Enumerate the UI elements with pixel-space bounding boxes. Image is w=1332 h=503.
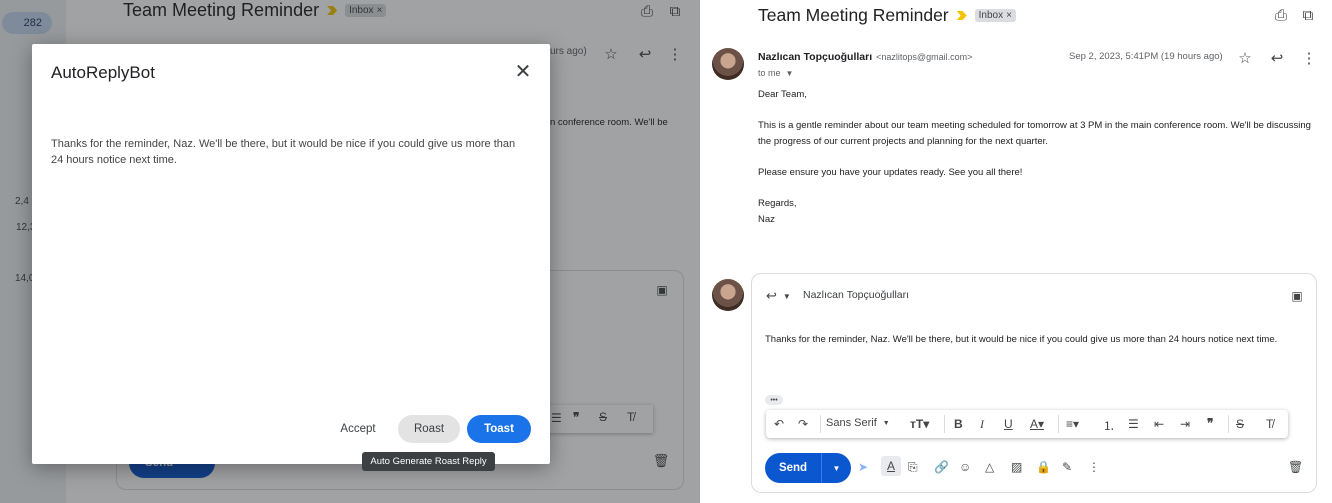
left-panel: 282 2,4 12,3 14,0 Team Meeting Reminder …: [0, 0, 700, 503]
toast-button[interactable]: Toast: [467, 415, 531, 443]
reply-body-input[interactable]: Thanks for the reminder, Naz. We'll be t…: [765, 332, 1310, 348]
email-view: Team Meeting Reminder Inbox × ⎙ ⧉ Nazlıca…: [700, 0, 1332, 503]
quote-icon[interactable]: ❞: [1207, 416, 1213, 430]
attach-file-icon[interactable]: ⎘: [908, 460, 918, 475]
importance-arrow-icon: [956, 11, 967, 20]
generated-reply-text: Thanks for the reminder, Naz. We'll be t…: [51, 138, 516, 166]
text-color-icon[interactable]: A▾: [1030, 417, 1044, 431]
schedule-send-icon[interactable]: ➤: [858, 460, 868, 474]
close-icon[interactable]: ✕: [512, 60, 534, 83]
recipient-name[interactable]: Nazlıcan Topçuoğulları: [803, 289, 909, 301]
undo-icon[interactable]: ↶: [774, 417, 784, 431]
formatting-toolbar: ↶ ↷ Sans Serif ▼ тT▾ B I U A▾ ≡▾ ⒈ ☰ ⇤ ⇥ …: [766, 410, 1288, 438]
recipient-line[interactable]: to me ▼: [758, 68, 793, 78]
pop-out-icon[interactable]: ▣: [1289, 289, 1305, 303]
dialog-title: AutoReplyBot: [51, 63, 155, 82]
email-paragraph: This is a gentle reminder about our team…: [758, 120, 1311, 147]
strikethrough-icon[interactable]: S: [1236, 417, 1244, 431]
signature-icon[interactable]: ✎: [1062, 460, 1072, 474]
emoji-icon[interactable]: ☺: [959, 460, 971, 474]
show-trimmed-content-button[interactable]: •••: [765, 395, 783, 405]
numbered-list-icon[interactable]: ⒈: [1103, 417, 1115, 434]
print-icon[interactable]: ⎙: [1272, 6, 1290, 24]
to-me-label: to me: [758, 68, 781, 78]
font-size-icon[interactable]: тT▾: [910, 417, 929, 431]
reply-type-selector[interactable]: ↩ ▼: [766, 288, 791, 304]
roast-button[interactable]: Roast: [398, 415, 460, 443]
toolbar-divider: [1228, 415, 1229, 433]
email-greeting: Dear Team,: [758, 89, 807, 100]
label-text: Inbox: [978, 10, 1004, 21]
my-avatar[interactable]: [712, 279, 744, 311]
redo-icon[interactable]: ↷: [798, 417, 808, 431]
accept-button[interactable]: Accept: [328, 415, 388, 443]
star-icon[interactable]: ☆: [1236, 49, 1254, 67]
insert-link-icon[interactable]: 🔗: [934, 460, 949, 474]
drive-icon[interactable]: △: [985, 460, 994, 474]
discard-draft-icon[interactable]: 🗑: [1288, 460, 1303, 474]
email-paragraph: Please ensure you have your updates read…: [758, 167, 1023, 178]
remove-label-icon[interactable]: ×: [1006, 10, 1012, 21]
chevron-down-icon: ▼: [882, 419, 890, 427]
reply-icon[interactable]: ↩: [1268, 49, 1286, 67]
bulleted-list-icon[interactable]: ☰: [1128, 417, 1139, 431]
toolbar-divider: [820, 415, 821, 433]
reply-compose-box: ↩ ▼ Nazlıcan Topçuoğulları ▣ Thanks for …: [751, 273, 1317, 493]
more-options-icon[interactable]: ⋮: [1088, 460, 1100, 474]
open-in-new-window-icon[interactable]: ⧉: [1299, 6, 1317, 24]
underline-icon[interactable]: U: [1004, 417, 1013, 431]
sender-email: <nazlitops@gmail.com>: [876, 52, 973, 62]
toolbar-divider: [1058, 415, 1059, 433]
autoreplybot-dialog: AutoReplyBot ✕ Thanks for the reminder, …: [32, 44, 550, 464]
email-date: Sep 2, 2023, 5:41PM (19 hours ago): [1069, 51, 1223, 62]
indent-less-icon[interactable]: ⇤: [1154, 417, 1164, 431]
more-options-icon[interactable]: ⋮: [1300, 49, 1318, 67]
bold-icon[interactable]: B: [954, 417, 963, 431]
email-subject: Team Meeting Reminder: [758, 5, 949, 25]
sender-avatar[interactable]: [712, 48, 744, 80]
toolbar-divider: [944, 415, 945, 433]
subject-row: Team Meeting Reminder Inbox ×: [758, 5, 1016, 26]
align-icon[interactable]: ≡▾: [1066, 417, 1079, 431]
send-button[interactable]: Send: [765, 462, 821, 474]
indent-more-icon[interactable]: ⇥: [1180, 417, 1190, 431]
font-family-value: Sans Serif: [826, 417, 877, 429]
confidential-mode-icon[interactable]: 🔒: [1036, 460, 1051, 474]
email-signature: Naz: [758, 214, 775, 225]
formatting-options-icon[interactable]: A: [881, 456, 901, 476]
chevron-down-icon[interactable]: ▼: [786, 69, 794, 78]
italic-icon[interactable]: I: [980, 417, 984, 432]
chevron-down-icon[interactable]: ▼: [783, 292, 791, 301]
reply-icon[interactable]: ↩: [766, 288, 777, 304]
insert-photo-icon[interactable]: ▨: [1011, 460, 1022, 474]
remove-formatting-icon[interactable]: T̸: [1266, 417, 1273, 431]
sender-name[interactable]: Nazlıcan Topçuoğulları: [758, 51, 872, 63]
send-options-icon[interactable]: ▼: [822, 464, 851, 473]
inbox-label-chip[interactable]: Inbox ×: [974, 9, 1016, 22]
roast-tooltip: Auto Generate Roast Reply: [362, 452, 495, 471]
sender-line: Nazlıcan Topçuoğulları <nazlitops@gmail.…: [758, 51, 972, 63]
send-button-group: Send ▼: [765, 453, 851, 483]
font-family-select[interactable]: Sans Serif ▼: [826, 417, 890, 429]
email-signoff: Regards,: [758, 198, 797, 209]
